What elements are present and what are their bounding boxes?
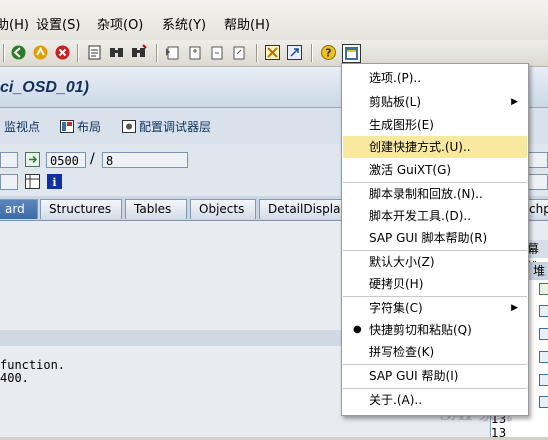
- cancel-icon[interactable]: [54, 44, 71, 61]
- svg-text:i: i: [52, 176, 56, 189]
- toolbar-separator: [256, 44, 258, 62]
- menu-system[interactable]: 系统(Y): [162, 14, 206, 33]
- menu-misc[interactable]: 杂项(O): [97, 14, 143, 33]
- first-page-icon[interactable]: [164, 44, 181, 61]
- menu-item-about[interactable]: 关于.(A)..: [343, 389, 527, 411]
- menu-item-label: 剪贴板(L): [369, 91, 421, 113]
- toolbar-separator: [77, 44, 79, 62]
- next-page-icon[interactable]: [208, 44, 225, 61]
- menu-item-label: 脚本录制和回放.(N)..: [369, 183, 483, 205]
- menu-item-quick-cut-paste[interactable]: ● 快捷剪切和粘贴(Q): [343, 319, 527, 341]
- last-page-icon[interactable]: [230, 44, 247, 61]
- print-icon[interactable]: [86, 44, 103, 61]
- code-line-2: 400.: [0, 371, 29, 385]
- menu-item-label: 激活 GuiXT(G): [369, 159, 451, 181]
- new-session-icon[interactable]: [264, 44, 281, 61]
- tab-standard[interactable]: ard: [0, 199, 38, 219]
- grid-row-icon[interactable]: [539, 374, 548, 386]
- navigate-icon[interactable]: [25, 152, 40, 167]
- watchpoint-label: 监视点: [4, 120, 40, 134]
- menu-help[interactable]: 帮助(H): [224, 14, 270, 33]
- exit-icon[interactable]: [32, 44, 49, 61]
- toolbar-separator: [3, 44, 5, 62]
- menu-item-options[interactable]: 选项.(P)..: [343, 67, 527, 89]
- configure-icon: [122, 120, 136, 133]
- customize-layout-icon[interactable]: [342, 44, 361, 63]
- customize-layout-menu: 选项.(P).. 剪贴板(L) ▶ 生成图形(E) 创建快捷方式.(U).. 激活…: [341, 63, 529, 416]
- grid-row-icon[interactable]: [539, 351, 548, 363]
- page-title: ci_OSD_01): [0, 79, 89, 97]
- menu-item-label: 关于.(A)..: [369, 389, 422, 411]
- menu-bar: 助(H) 设置(S) 杂项(O) 系统(Y) 帮助(H): [0, 0, 548, 40]
- page-separator: /: [90, 151, 95, 167]
- page-total-field: 8: [102, 152, 188, 168]
- grid-row-icon[interactable]: [539, 396, 548, 408]
- layout-button[interactable]: 布局: [60, 118, 101, 135]
- toolbar-separator: [311, 44, 313, 62]
- table-icon[interactable]: [25, 174, 40, 189]
- menu-item-script-help[interactable]: SAP GUI 脚本帮助(R): [343, 227, 527, 249]
- menu-item-label: 字符集(C): [369, 297, 423, 319]
- menu-item-hardcopy[interactable]: 硬拷贝(H): [343, 273, 527, 295]
- configure-debugger-button[interactable]: 配置调试器层: [122, 118, 211, 135]
- grid-row-icon[interactable]: [539, 283, 548, 295]
- menu-item-label: 默认大小(Z): [369, 251, 435, 273]
- left-field-1[interactable]: [0, 152, 18, 168]
- find-icon[interactable]: [108, 44, 125, 61]
- layout-icon: [60, 120, 74, 133]
- menu-item-script-dev-tools[interactable]: 脚本开发工具.(D)..: [343, 205, 527, 227]
- grid-header: 幕堆: [527, 240, 548, 258]
- menu-item-label: 创建快捷方式.(U)..: [369, 136, 471, 158]
- grid-row-number: 13: [491, 426, 506, 440]
- menu-item-sap-gui-help[interactable]: SAP GUI 帮助(I): [343, 365, 527, 387]
- menu-help-left[interactable]: 助(H): [0, 14, 29, 33]
- menu-item-script-recording[interactable]: 脚本录制和回放.(N)..: [343, 183, 527, 205]
- shortcut-icon[interactable]: [286, 44, 303, 61]
- back-icon[interactable]: [10, 44, 27, 61]
- find-next-icon[interactable]: [130, 44, 147, 61]
- menu-item-spell-check[interactable]: 拼写检查(K): [343, 341, 527, 363]
- toolbar-separator: [156, 44, 158, 62]
- right-field-1[interactable]: [527, 152, 548, 168]
- menu-item-label: 快捷剪切和粘贴(Q): [369, 319, 472, 341]
- menu-settings[interactable]: 设置(S): [36, 14, 80, 33]
- help-icon[interactable]: ?: [320, 44, 337, 61]
- menu-item-label: 硬拷贝(H): [369, 273, 423, 295]
- menu-item-character-set[interactable]: 字符集(C) ▶: [343, 297, 527, 319]
- grid-row-icon[interactable]: [539, 305, 548, 317]
- checked-bullet-icon: ●: [353, 319, 362, 341]
- menu-item-activate-guixt[interactable]: 激活 GuiXT(G): [343, 159, 527, 181]
- menu-item-label: 生成图形(E): [369, 114, 434, 136]
- submenu-arrow-icon: ▶: [511, 91, 518, 113]
- menu-item-generate-graphic[interactable]: 生成图形(E): [343, 114, 527, 136]
- code-line-1: function.: [0, 358, 65, 372]
- left-field-2[interactable]: [0, 174, 18, 190]
- tab-objects[interactable]: Objects: [190, 199, 256, 219]
- layout-label: 布局: [77, 120, 101, 134]
- previous-page-icon[interactable]: [186, 44, 203, 61]
- menu-item-create-shortcut[interactable]: 创建快捷方式.(U)..: [343, 136, 527, 158]
- grid-column-header: 堆: [527, 262, 548, 280]
- menu-item-clipboard[interactable]: 剪贴板(L) ▶: [343, 91, 527, 113]
- menu-item-label: SAP GUI 帮助(I): [369, 365, 458, 387]
- svg-text:?: ?: [325, 47, 331, 60]
- menu-item-label: 拼写检查(K): [369, 341, 434, 363]
- tab-structures[interactable]: Structures: [40, 199, 122, 219]
- watchpoint-button[interactable]: 监视点: [4, 118, 40, 135]
- tab-detaildisplay[interactable]: DetailDisplay: [259, 199, 345, 219]
- tab-tables[interactable]: Tables: [125, 199, 187, 219]
- menu-item-label: 选项.(P)..: [369, 67, 421, 89]
- page-value-field[interactable]: 0500: [46, 152, 86, 168]
- submenu-arrow-icon: ▶: [511, 297, 518, 319]
- right-field-2[interactable]: [527, 174, 548, 190]
- menu-item-default-size[interactable]: 默认大小(Z): [343, 251, 527, 273]
- info-icon[interactable]: i: [47, 174, 62, 189]
- grid-row-icon[interactable]: [539, 328, 548, 340]
- configure-debugger-label: 配置调试器层: [139, 120, 211, 134]
- menu-item-label: 脚本开发工具.(D)..: [369, 205, 471, 227]
- menu-item-label: SAP GUI 脚本帮助(R): [369, 227, 487, 249]
